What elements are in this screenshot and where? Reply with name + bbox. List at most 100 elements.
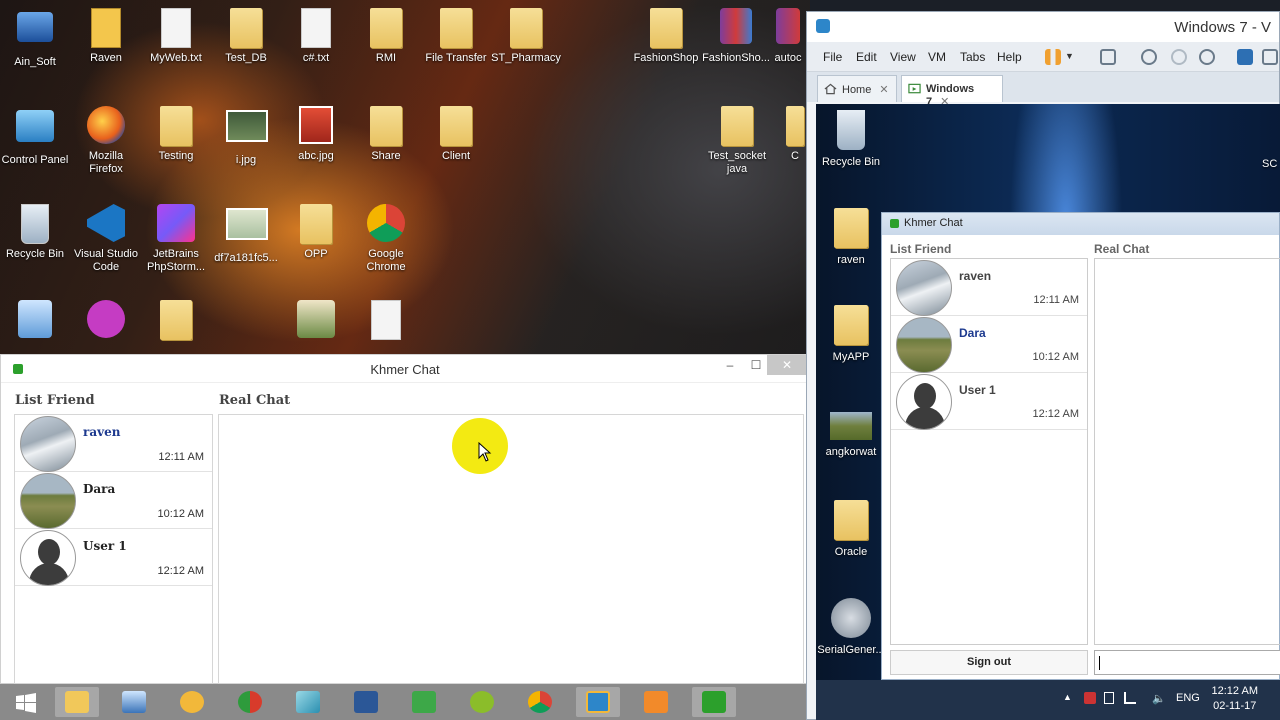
message-input[interactable] <box>1094 650 1280 675</box>
revert-snapshot-icon[interactable] <box>1171 49 1187 65</box>
friend-item-user-1[interactable]: User 1 12:12 AM <box>15 529 212 586</box>
sidebar-toggle-icon[interactable] <box>1237 49 1253 65</box>
vmware-title-bar[interactable]: Windows 7 - V <box>807 12 1279 42</box>
desktop-icon-abc-jpg[interactable]: abc.jpg <box>281 106 351 163</box>
guest-icon-serialgenerator[interactable]: SerialGener... <box>816 598 886 657</box>
desktop-icon-testing[interactable]: Testing <box>141 106 211 163</box>
show-hidden-icons-chevron-up-icon[interactable]: ▲ <box>1063 692 1072 702</box>
start-button[interactable] <box>4 687 48 717</box>
tab-home[interactable]: Home ✕ <box>817 75 897 102</box>
taskbar-file-explorer[interactable] <box>55 687 99 717</box>
desktop-icon-fashionshop[interactable]: FashionShop <box>631 8 701 65</box>
friend-item-dara[interactable]: Dara 10:12 AM <box>15 472 212 529</box>
guest-friend-item-dara[interactable]: Dara 10:12 AM <box>891 316 1087 373</box>
pause-icon[interactable] <box>1045 49 1061 65</box>
taskbar-media[interactable] <box>634 687 678 717</box>
desktop-icon-text[interactable] <box>351 300 421 344</box>
friend-item-raven[interactable]: raven 12:11 AM <box>15 415 212 472</box>
speaker-icon[interactable]: 🔈 <box>1152 692 1166 705</box>
app-icon <box>238 691 262 713</box>
snapshot-icon[interactable] <box>1141 49 1157 65</box>
desktop-icon-client[interactable]: Client <box>421 106 491 163</box>
minimize-button[interactable]: – <box>717 355 743 375</box>
desktop-icon-st-pharmacy[interactable]: ST_Pharmacy <box>491 8 561 65</box>
taskbar-chrome[interactable] <box>518 687 562 717</box>
guest-icon-angkorwat[interactable]: angkorwat <box>818 412 884 459</box>
action-center-icon[interactable] <box>1084 692 1096 704</box>
desktop-icon-test-socket-java[interactable]: Test_socket java <box>702 106 772 176</box>
guest-icon-recycle-bin[interactable]: Recycle Bin <box>818 110 884 169</box>
image-icon <box>296 106 336 148</box>
desktop-icon-chrome[interactable]: Google Chrome <box>351 204 421 274</box>
guest-icon-raven[interactable]: raven <box>818 208 884 267</box>
taskbar-word[interactable] <box>344 687 388 717</box>
manage-snapshots-icon[interactable] <box>1199 49 1215 65</box>
menu-view[interactable]: View <box>890 50 916 64</box>
tab-windows-7[interactable]: Windows 7 ✕ <box>901 75 1003 108</box>
desktop-icon-install[interactable] <box>71 300 141 344</box>
guest-friend-item-raven[interactable]: raven 12:11 AM <box>891 259 1087 316</box>
real-chat-area[interactable] <box>218 414 804 684</box>
close-button[interactable]: ✕ <box>767 355 807 375</box>
desktop-icon-ain-soft[interactable]: Ain_Soft <box>0 8 70 69</box>
desktop-icon-art[interactable] <box>281 300 351 344</box>
desktop-icon-c[interactable]: C <box>782 106 808 163</box>
archive-icon <box>716 8 756 50</box>
desktop-icon-share[interactable]: Share <box>351 106 421 163</box>
desktop-icon-netbeans[interactable] <box>0 300 70 344</box>
taskbar-app-green[interactable] <box>402 687 446 717</box>
firefox-icon <box>86 106 126 148</box>
desktop-icon-file-transfer[interactable]: File Transfer <box>421 8 491 65</box>
guest-window-title: Khmer Chat <box>904 217 963 229</box>
desktop-icon-i-jpg[interactable]: i.jpg <box>211 106 281 167</box>
title-bar[interactable]: Khmer Chat – ☐ ✕ <box>1 355 809 383</box>
taskbar-app-chameleon[interactable] <box>460 687 504 717</box>
battery-icon[interactable] <box>1104 692 1114 704</box>
desktop-icon-myweb[interactable]: MyWeb.txt <box>141 8 211 65</box>
desktop-icon-recycle-bin[interactable]: Recycle Bin <box>0 204 70 261</box>
clock[interactable]: 12:12 AM 02-11-17 <box>1212 684 1258 714</box>
guest-icon-sc[interactable]: SC <box>1262 158 1280 171</box>
menu-help[interactable]: Help <box>997 50 1022 64</box>
taskbar-app-teal[interactable] <box>286 687 330 717</box>
menu-tabs[interactable]: Tabs <box>960 50 985 64</box>
windows-logo-icon <box>16 693 36 713</box>
network-icon[interactable] <box>1124 692 1136 704</box>
guest-icon-myapp[interactable]: MyAPP <box>818 305 884 364</box>
desktop-icon-raven[interactable]: Raven <box>71 8 141 65</box>
desktop-icon-autoc[interactable]: autoc <box>766 8 810 65</box>
desktop-icon-opp[interactable]: OPP <box>281 204 351 261</box>
menu-edit[interactable]: Edit <box>856 50 877 64</box>
taskbar-vmware[interactable] <box>576 687 620 717</box>
install-icon <box>86 300 126 342</box>
guest-real-chat-area[interactable] <box>1094 258 1280 645</box>
desktop-icon-phpstorm[interactable]: JetBrains PhpStorm... <box>141 204 211 274</box>
avatar <box>20 473 76 529</box>
guest-friend-item-user-1[interactable]: User 1 12:12 AM <box>891 373 1087 430</box>
desktop-icon-test-db[interactable]: Test_DB <box>211 8 281 65</box>
desktop-icon-firefox[interactable]: Mozilla Firefox <box>71 106 141 176</box>
folder-icon <box>717 106 757 148</box>
chevron-down-icon[interactable]: ▼ <box>1065 51 1075 67</box>
network-icon[interactable] <box>1100 49 1116 65</box>
fullscreen-icon[interactable] <box>1262 49 1278 65</box>
taskbar-virtualbox[interactable] <box>112 687 156 717</box>
menu-file[interactable]: File <box>823 50 842 64</box>
desktop-icon-csharp-txt[interactable]: c#.txt <box>281 8 351 65</box>
desktop-icon-rmi[interactable]: RMI <box>351 8 421 65</box>
desktop-icon-fashionshop-archive[interactable]: FashionSho... <box>701 8 771 65</box>
desktop-icon-vscode[interactable]: Visual Studio Code <box>71 204 141 274</box>
guest-icon-oracle[interactable]: Oracle <box>818 500 884 559</box>
close-tab-icon[interactable]: ✕ <box>879 84 888 96</box>
maximize-button[interactable]: ☐ <box>743 355 769 375</box>
desktop-icon-df7a-image[interactable]: df7a181fc5... <box>211 204 281 265</box>
taskbar-app-red[interactable] <box>228 687 272 717</box>
guest-title-bar[interactable]: Khmer Chat <box>882 213 1279 235</box>
desktop-icon-voicechat[interactable] <box>141 300 211 344</box>
language-indicator[interactable]: ENG <box>1176 692 1200 704</box>
sign-out-button[interactable]: Sign out <box>890 650 1088 675</box>
menu-vm[interactable]: VM <box>928 50 946 64</box>
desktop-icon-control-panel[interactable]: Control Panel <box>0 106 70 167</box>
taskbar-khmer-chat[interactable] <box>692 687 736 717</box>
taskbar-app-yellow[interactable] <box>170 687 214 717</box>
